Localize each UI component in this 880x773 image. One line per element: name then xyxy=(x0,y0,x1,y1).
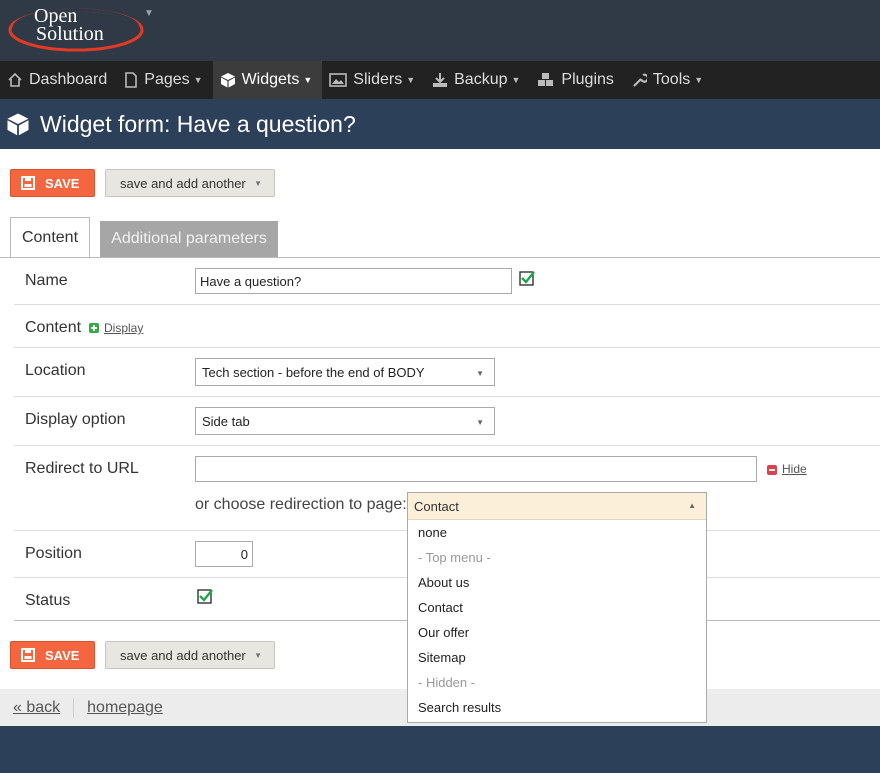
form-row-content: Content xyxy=(14,305,880,348)
chevron-down-icon: ▼ xyxy=(254,179,262,188)
content-label: Content xyxy=(25,319,82,336)
save-button-bottom-label: SAVE xyxy=(45,647,80,663)
main-nav: Dashboard Pages ▼ Widgets ▼ Sliders ▼ Ba… xyxy=(0,61,880,99)
tab-additional-parameters[interactable]: Additional parameters xyxy=(100,221,278,257)
chevron-down-icon: ▼ xyxy=(511,75,521,85)
status-label: Status xyxy=(25,592,71,609)
content-display-link[interactable]: Display xyxy=(104,321,143,335)
download-icon xyxy=(433,73,448,87)
dropdown-option[interactable]: About us xyxy=(408,570,706,595)
nav-widgets-label: Widgets xyxy=(241,71,300,88)
wrench-icon xyxy=(633,73,647,87)
nav-tools[interactable]: Tools ▼ xyxy=(624,61,713,99)
dropdown-group-label: - Hidden - xyxy=(418,675,476,690)
minus-icon[interactable] xyxy=(767,465,777,475)
tab-content-label: Content xyxy=(21,228,79,246)
chevron-down-icon: ▼ xyxy=(193,75,203,85)
page-header: Widget form: Have a question? xyxy=(0,99,880,149)
name-label: Name xyxy=(25,272,68,289)
nav-tools-label: Tools xyxy=(652,71,691,88)
nav-pages[interactable]: Pages ▼ xyxy=(117,61,212,99)
nav-backup-label: Backup xyxy=(454,71,508,88)
dropdown-options-list: none - Top menu - About us Contact Our offer… xyxy=(408,520,706,720)
display-option-label: Display option xyxy=(25,411,126,428)
cube-icon xyxy=(7,113,29,136)
position-label: Position xyxy=(25,545,82,562)
cube-icon xyxy=(220,73,235,88)
nav-pages-label: Pages xyxy=(144,71,190,88)
location-label: Location xyxy=(25,362,86,379)
redirect-page-select[interactable]: Contact ▲ none - Top menu - About us Contac… xyxy=(407,492,707,723)
nav-dashboard[interactable]: Dashboard xyxy=(0,61,117,99)
chevron-down-icon: ▼ xyxy=(254,651,262,660)
name-input[interactable]: Have a question? xyxy=(195,268,512,294)
redirect-page-value: Contact xyxy=(414,498,459,514)
save-button[interactable]: SAVE xyxy=(10,169,95,197)
nav-dashboard-label: Dashboard xyxy=(29,71,108,88)
logo-menu-caret-icon[interactable]: ▼ xyxy=(144,8,154,19)
chevron-down-icon: ▼ xyxy=(303,75,313,85)
checkbox-checked-icon xyxy=(519,271,535,286)
nav-backup[interactable]: Backup ▼ xyxy=(425,61,530,99)
save-and-add-bottom-label: save and add another xyxy=(120,647,246,663)
cubes-icon xyxy=(538,73,554,86)
nav-sliders-label: Sliders xyxy=(353,71,403,88)
page-title: Widget form: Have a question? xyxy=(40,110,356,137)
location-select-value: Tech section - before the end of BODY xyxy=(202,364,425,380)
image-icon xyxy=(329,73,348,87)
save-and-add-label: save and add another xyxy=(120,175,246,191)
nav-widgets[interactable]: Widgets ▼ xyxy=(212,61,323,99)
back-link[interactable]: « back xyxy=(13,699,60,717)
tab-additional-label: Additional parameters xyxy=(111,230,267,247)
display-option-value: Side tab xyxy=(202,413,250,429)
dropdown-option[interactable]: Sitemap xyxy=(408,645,706,670)
redirect-url-input[interactable] xyxy=(195,456,757,482)
position-input[interactable]: 0 xyxy=(195,541,253,567)
save-button-bottom[interactable]: SAVE xyxy=(10,641,95,669)
top-header: Open Solution ▼ xyxy=(0,0,880,61)
home-icon xyxy=(8,72,22,87)
nav-plugins[interactable]: Plugins xyxy=(530,61,623,99)
redirect-page-selected[interactable]: Contact ▲ xyxy=(408,493,706,520)
nav-sliders[interactable]: Sliders ▼ xyxy=(322,61,425,99)
redirect-label: Redirect to URL xyxy=(25,460,139,477)
save-button-label: SAVE xyxy=(45,175,80,191)
redirect-hide-link[interactable]: Hide xyxy=(782,462,807,476)
chevron-up-icon: ▲ xyxy=(688,501,696,510)
dropdown-option[interactable]: none xyxy=(408,520,706,545)
divider xyxy=(73,697,75,718)
logo-text-solution: Solution xyxy=(36,23,104,45)
floppy-icon xyxy=(21,176,35,190)
floppy-icon xyxy=(21,648,35,662)
chevron-down-icon: ▼ xyxy=(406,75,416,85)
tab-content[interactable]: Content xyxy=(10,217,90,257)
chevron-down-icon: ▼ xyxy=(476,418,484,427)
pages-icon xyxy=(125,72,138,88)
save-and-add-button-bottom[interactable]: save and add another ▼ xyxy=(105,641,275,669)
dropdown-option[interactable]: Our offer xyxy=(408,620,706,645)
dropdown-option[interactable]: Search results xyxy=(408,695,706,720)
logo[interactable]: Open Solution xyxy=(6,2,144,54)
dropdown-group-label: - Top menu - xyxy=(418,550,491,565)
redirect-page-label: or choose redirection to page: xyxy=(195,496,407,513)
homepage-link[interactable]: homepage xyxy=(87,699,163,717)
nav-plugins-label: Plugins xyxy=(561,71,614,88)
chevron-down-icon: ▼ xyxy=(476,369,484,378)
display-option-select[interactable]: Side tab ▼ xyxy=(195,407,495,435)
plus-icon[interactable] xyxy=(89,323,99,333)
chevron-down-icon: ▼ xyxy=(694,75,704,85)
save-and-add-button[interactable]: save and add another ▼ xyxy=(105,169,275,197)
dropdown-option[interactable]: Contact xyxy=(408,595,706,620)
status-checkbox[interactable] xyxy=(197,588,213,604)
location-select[interactable]: Tech section - before the end of BODY ▼ xyxy=(195,358,495,386)
